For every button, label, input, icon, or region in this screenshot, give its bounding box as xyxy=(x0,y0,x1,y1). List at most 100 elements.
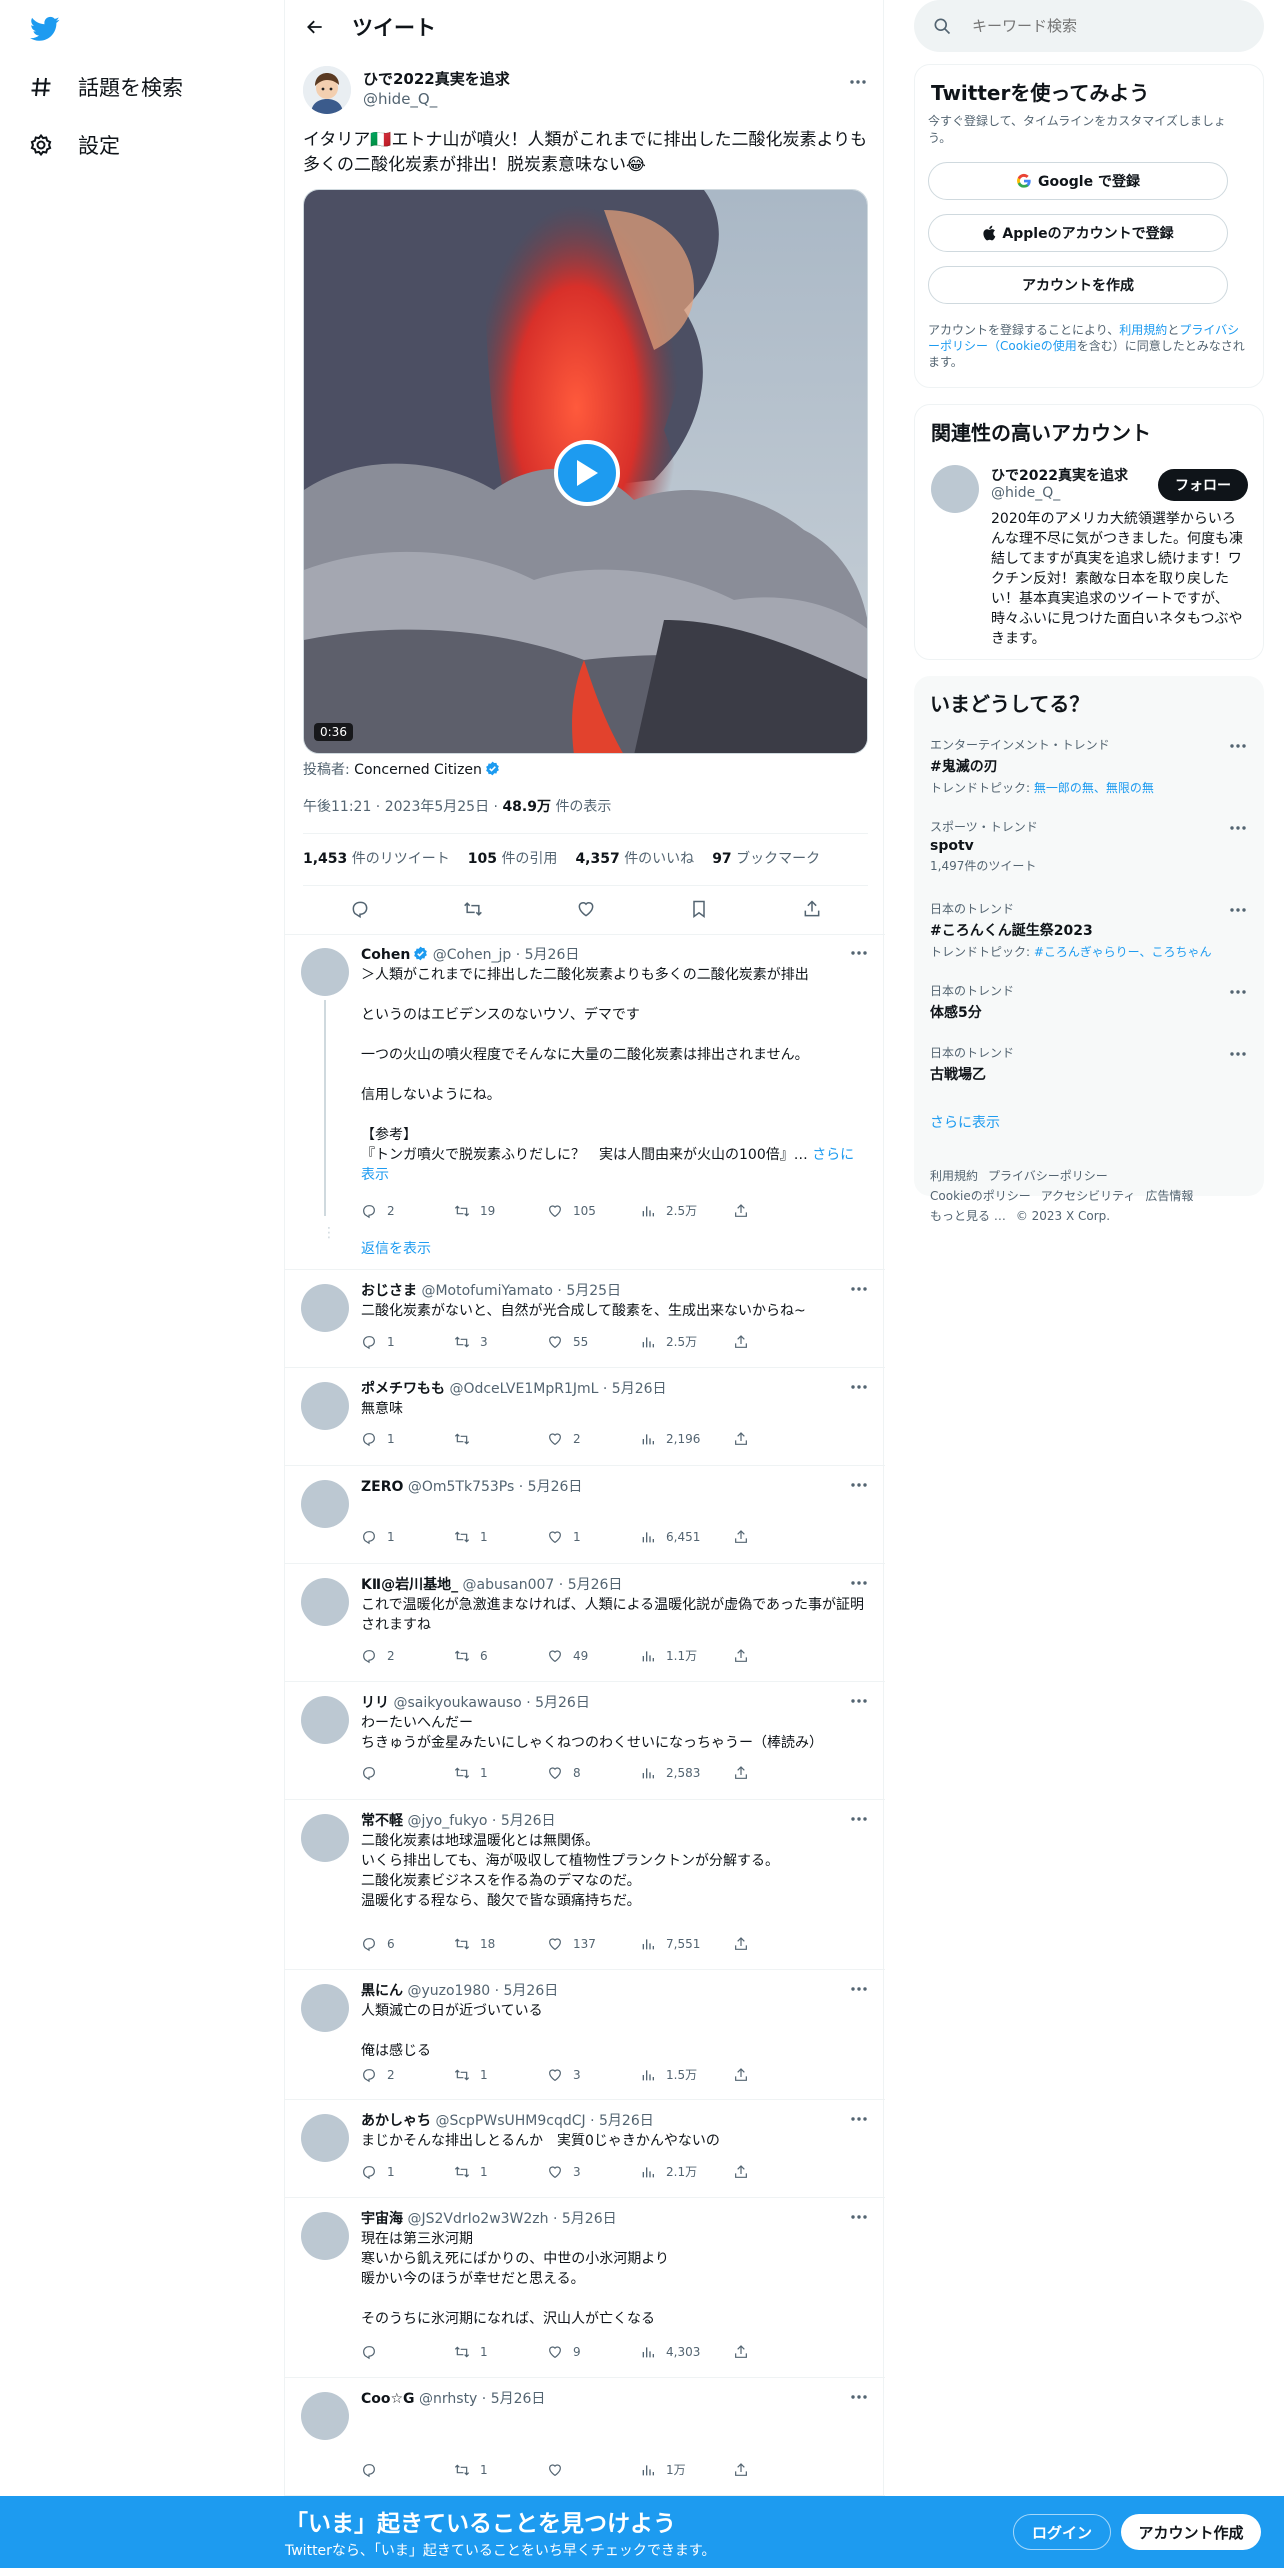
reply-retweet-button[interactable]: 19 xyxy=(454,1203,547,1219)
reply-date[interactable]: 5月25日 xyxy=(566,1283,621,1299)
reply-like-button[interactable]: 137 xyxy=(547,1936,640,1952)
play-button[interactable] xyxy=(554,440,620,506)
reply-reply-button[interactable]: 1 xyxy=(361,2164,454,2180)
like-count[interactable]: 4,357 件のいいね xyxy=(575,848,694,868)
reply-author-name[interactable]: ZERO xyxy=(361,1479,403,1495)
reply-tweet[interactable]: あかしゃち @ScpPWsUHM9cqdCJ · 5月26日 まじかそんな排出しと… xyxy=(285,2100,885,2198)
more-options-icon[interactable] xyxy=(849,2387,869,2407)
reply-like-button[interactable]: 49 xyxy=(547,1648,640,1664)
share-icon[interactable] xyxy=(800,897,824,921)
reply-date[interactable]: 5月26日 xyxy=(528,1479,583,1495)
related-handle[interactable]: @hide_Q_ xyxy=(991,485,1060,501)
reply-views-button[interactable]: 6,451 xyxy=(640,1529,733,1545)
reply-like-button[interactable]: 3 xyxy=(547,2164,640,2180)
reply-icon[interactable] xyxy=(348,897,372,921)
reply-author-name[interactable]: 常不軽 xyxy=(361,1813,403,1829)
reply-retweet-button[interactable]: 1 xyxy=(454,1765,547,1781)
more-options-icon[interactable] xyxy=(849,1691,869,1711)
more-options-icon[interactable] xyxy=(1228,818,1248,838)
more-options-icon[interactable] xyxy=(1228,900,1248,920)
reply-date[interactable]: 5月26日 xyxy=(562,2211,617,2227)
reply-avatar[interactable] xyxy=(301,1984,349,2032)
reply-author-name[interactable]: 宇宙海 xyxy=(361,2211,403,2227)
reply-views-button[interactable]: 2.5万 xyxy=(640,1202,733,1219)
reply-author-handle[interactable]: @jyo_fukyo xyxy=(407,1813,487,1829)
reply-author-name[interactable]: ポメチワもも xyxy=(361,1381,445,1397)
more-options-icon[interactable] xyxy=(1228,982,1248,1002)
reply-author-handle[interactable]: @MotofumiYamato xyxy=(421,1283,553,1299)
back-arrow-icon[interactable] xyxy=(300,12,330,42)
reply-share-button[interactable] xyxy=(733,2067,826,2083)
trend-item[interactable]: 日本のトレンド 古戦場乙 xyxy=(930,1044,1248,1084)
show-replies-link[interactable]: 返信を表示 xyxy=(361,1238,431,1258)
reply-share-button[interactable] xyxy=(733,2462,826,2478)
reply-reply-button[interactable]: 2 xyxy=(361,1203,454,1219)
more-options-icon[interactable] xyxy=(848,72,868,92)
trend-item[interactable]: スポーツ・トレンド spotv 1,497件のツイート xyxy=(930,818,1248,874)
tweet-date[interactable]: 2023年5月25日 xyxy=(385,799,489,815)
reply-tweet[interactable]: Coo☆G @nrhsty · 5月26日 1 1万 xyxy=(285,2378,885,2496)
reply-reply-button[interactable]: 1 xyxy=(361,1431,454,1447)
more-options-icon[interactable] xyxy=(849,1279,869,1299)
reply-author-name[interactable]: あかしゃち xyxy=(361,2113,431,2129)
reply-share-button[interactable] xyxy=(733,1203,826,1219)
nav-explore[interactable]: 話題を検索 xyxy=(26,67,183,107)
reply-share-button[interactable] xyxy=(733,1648,826,1664)
apple-signup-button[interactable]: Appleのアカウントで登録 xyxy=(928,214,1228,252)
reply-avatar[interactable] xyxy=(301,1696,349,1744)
trend-topic-link[interactable]: #ころんぎゃらりー、ころちゃん xyxy=(1034,945,1212,959)
reply-retweet-button[interactable]: 1 xyxy=(454,2462,547,2478)
reply-retweet-button[interactable]: 1 xyxy=(454,2067,547,2083)
reply-share-button[interactable] xyxy=(733,1529,826,1545)
more-options-icon[interactable] xyxy=(849,943,869,963)
reply-retweet-button[interactable]: 18 xyxy=(454,1936,547,1952)
reply-views-button[interactable]: 4,303 xyxy=(640,2344,733,2360)
more-options-icon[interactable] xyxy=(849,1573,869,1593)
footer-link[interactable]: Cookieのポリシー xyxy=(930,1189,1031,1203)
reply-views-button[interactable]: 2,583 xyxy=(640,1765,733,1781)
trends-show-more[interactable]: さらに表示 xyxy=(930,1112,1000,1132)
reply-reply-button[interactable]: 1 xyxy=(361,1529,454,1545)
more-options-icon[interactable] xyxy=(849,1475,869,1495)
reply-avatar[interactable] xyxy=(301,2114,349,2162)
reply-like-button[interactable]: 3 xyxy=(547,2067,640,2083)
related-avatar[interactable] xyxy=(931,465,979,513)
reply-reply-button[interactable] xyxy=(361,2462,454,2478)
bookmark-icon[interactable] xyxy=(687,897,711,921)
reply-like-button[interactable]: 105 xyxy=(547,1203,640,1219)
reply-author-handle[interactable]: @Om5Tk753Ps xyxy=(408,1479,514,1495)
quote-count[interactable]: 105 件の引用 xyxy=(468,848,558,868)
reply-date[interactable]: 5月26日 xyxy=(491,2391,546,2407)
related-name[interactable]: ひで2022真実を追求 xyxy=(991,465,1128,485)
footer-link[interactable]: もっと見る … xyxy=(930,1209,1006,1223)
reply-retweet-button[interactable] xyxy=(454,1431,547,1447)
reply-views-button[interactable]: 1.1万 xyxy=(640,1647,733,1664)
author-handle[interactable]: @hide_Q_ xyxy=(363,90,437,108)
footer-link[interactable]: プライバシーポリシー xyxy=(988,1169,1108,1183)
poster-name[interactable]: Concerned Citizen xyxy=(354,762,482,778)
reply-like-button[interactable]: 1 xyxy=(547,1529,640,1545)
footer-link[interactable]: 広告情報 xyxy=(1145,1189,1193,1203)
reply-avatar[interactable] xyxy=(301,2392,349,2440)
reply-reply-button[interactable] xyxy=(361,2344,454,2360)
reply-avatar[interactable] xyxy=(301,2212,349,2260)
author-name[interactable]: ひで2022真実を追求 xyxy=(363,68,510,89)
trend-item[interactable]: エンターテインメント・トレンド #鬼滅の刃 トレンドトピック: 無一郎の無、無限の無 xyxy=(930,736,1248,796)
reply-like-button[interactable]: 55 xyxy=(547,1334,640,1350)
reply-avatar[interactable] xyxy=(301,1284,349,1332)
more-options-icon[interactable] xyxy=(1228,736,1248,756)
terms-link[interactable]: 利用規約 xyxy=(1119,323,1167,337)
reply-views-button[interactable]: 2,196 xyxy=(640,1431,733,1447)
reply-author-handle[interactable]: @JS2VdrIo2w3W2zh xyxy=(407,2211,548,2227)
like-heart-icon[interactable] xyxy=(574,897,598,921)
nav-settings[interactable]: 設定 xyxy=(26,125,120,165)
trend-item[interactable]: 日本のトレンド 体感5分 xyxy=(930,982,1248,1022)
more-options-icon[interactable] xyxy=(849,1377,869,1397)
reply-author-handle[interactable]: @yuzo1980 xyxy=(407,1983,490,1999)
reply-views-button[interactable]: 7,551 xyxy=(640,1936,733,1952)
reply-share-button[interactable] xyxy=(733,1765,826,1781)
reply-author-name[interactable]: KⅡ@岩川基地_ xyxy=(361,1577,458,1593)
reply-tweet[interactable]: ZERO @Om5Tk753Ps · 5月26日 1 1 1 6,451 xyxy=(285,1466,885,1564)
reply-author-handle[interactable]: @OdceLVE1MpR1JmL xyxy=(449,1381,598,1397)
reply-author-handle[interactable]: @Cohen_jp xyxy=(433,947,511,963)
